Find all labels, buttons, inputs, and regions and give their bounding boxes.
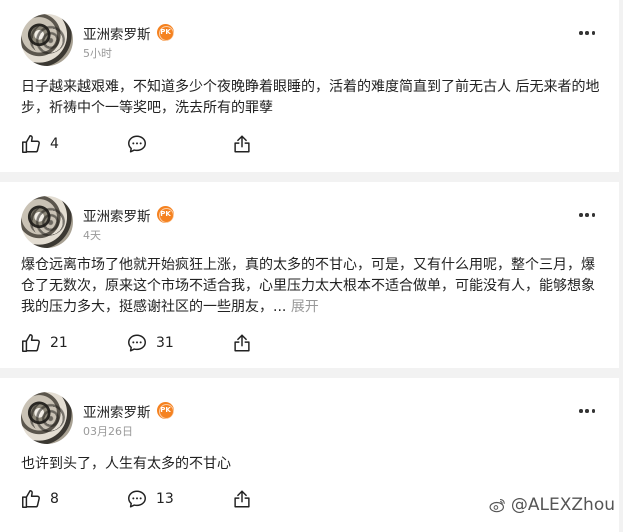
pk-badge-icon: PK (157, 24, 174, 41)
watermark-text: @ALEXZhou (510, 495, 615, 515)
more-dots-icon[interactable] (579, 213, 595, 217)
comment-button[interactable]: 31 (126, 332, 174, 354)
post-actions: 21 31 (20, 332, 260, 354)
share-icon (234, 334, 250, 352)
comment-count: 31 (156, 335, 174, 351)
post-card: 亚洲索罗斯 PK 4天 爆仓远离市场了他就开始疯狂上涨，真的太多的不甘心，可是，… (0, 182, 619, 368)
post-content[interactable]: 日子越来越艰难，不知道多少个夜晚睁着眼睡的，活着的难度简直到了前无古人 后无来者… (21, 77, 603, 119)
pk-badge-icon: PK (157, 402, 174, 419)
comment-button[interactable] (126, 133, 156, 155)
like-button[interactable]: 8 (20, 488, 59, 510)
post-content[interactable]: 爆仓远离市场了他就开始疯狂上涨，真的太多的不甘心，可是，又有什么用呢，整个三月，… (21, 255, 603, 318)
thumbs-up-icon (22, 490, 40, 508)
post-content[interactable]: 也许到头了，人生有太多的不甘心 (21, 454, 603, 475)
like-count: 4 (50, 136, 59, 152)
post-time: 03月26日 (83, 425, 133, 438)
share-button[interactable] (231, 332, 253, 354)
more-dots-icon[interactable] (579, 409, 595, 413)
comment-bubble-icon (128, 334, 146, 352)
author-name[interactable]: 亚洲索罗斯 (83, 401, 151, 421)
thumbs-up-icon (22, 334, 40, 352)
post-text: 日子越来越艰难，不知道多少个夜晚睁着眼睡的，活着的难度简直到了前无古人 后无来者… (21, 79, 600, 116)
post-actions: 4 (20, 133, 260, 155)
post-actions: 8 13 (20, 488, 260, 510)
comment-button[interactable]: 13 (126, 488, 174, 510)
expand-link[interactable]: 展开 (291, 299, 319, 315)
post-card: 亚洲索罗斯 PK 5小时 日子越来越艰难，不知道多少个夜晚睁着眼睡的，活着的难度… (0, 0, 619, 172)
comment-count: 13 (156, 491, 174, 507)
avatar[interactable] (21, 196, 73, 248)
pk-badge-icon: PK (157, 206, 174, 223)
post-time: 5小时 (83, 47, 112, 60)
watermark: @ALEXZhou (488, 495, 615, 515)
author-name[interactable]: 亚洲索罗斯 (83, 23, 151, 43)
like-button[interactable]: 4 (20, 133, 59, 155)
post-time: 4天 (83, 229, 101, 242)
like-button[interactable]: 21 (20, 332, 68, 354)
avatar[interactable] (21, 14, 73, 66)
like-count: 21 (50, 335, 68, 351)
share-icon (234, 135, 250, 153)
post-feed: 亚洲索罗斯 PK 5小时 日子越来越艰难，不知道多少个夜晚睁着眼睡的，活着的难度… (0, 0, 619, 532)
thumbs-up-icon (22, 135, 40, 153)
comment-bubble-icon (128, 490, 146, 508)
post-text: 也许到头了，人生有太多的不甘心 (21, 456, 231, 472)
share-button[interactable] (231, 133, 253, 155)
avatar[interactable] (21, 392, 73, 444)
weibo-logo-icon (489, 499, 505, 513)
share-icon (234, 490, 250, 508)
share-button[interactable] (231, 488, 253, 510)
more-dots-icon[interactable] (579, 31, 595, 35)
like-count: 8 (50, 491, 59, 507)
author-name[interactable]: 亚洲索罗斯 (83, 205, 151, 225)
comment-bubble-icon (128, 135, 146, 153)
